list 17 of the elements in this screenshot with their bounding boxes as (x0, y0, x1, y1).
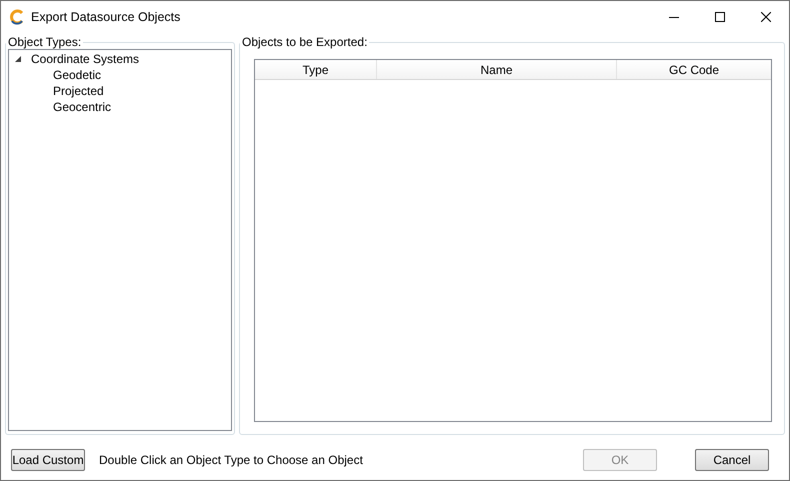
load-custom-button[interactable]: Load Custom (11, 449, 85, 471)
column-header[interactable]: Name (377, 60, 617, 79)
group-label: Object Types: (7, 35, 82, 49)
app-logo-icon (9, 9, 25, 25)
tree-item[interactable]: Projected (51, 84, 106, 98)
tree-item[interactable]: Coordinate Systems (29, 52, 142, 66)
window-title: Export Datasource Objects (31, 10, 182, 24)
maximize-icon (715, 12, 725, 22)
expanded-caret-icon[interactable] (15, 56, 22, 62)
group-label: Objects to be Exported: (241, 35, 368, 49)
hint-text: Double Click an Object Type to Choose an Object (99, 453, 364, 467)
tree-item[interactable]: Geodetic (51, 68, 104, 82)
column-header[interactable]: GC Code (617, 60, 771, 79)
tree-item[interactable]: Geocentric (51, 100, 114, 114)
close-icon (761, 12, 771, 22)
cancel-button[interactable]: Cancel (695, 449, 769, 471)
column-header[interactable]: Type (255, 60, 377, 79)
